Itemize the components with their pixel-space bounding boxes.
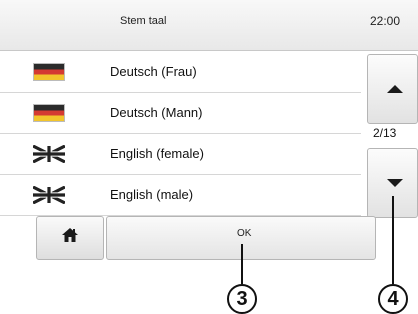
header-bar: Stem taal 22:00	[0, 0, 418, 51]
ok-label: OK	[237, 228, 252, 239]
home-icon	[62, 228, 78, 242]
german-flag-icon	[33, 63, 65, 81]
list-item[interactable]: Deutsch (Mann)	[0, 93, 361, 134]
uk-flag-icon	[33, 145, 65, 163]
callout-line-scroll	[392, 196, 394, 284]
callout-scroll: 4	[378, 284, 408, 314]
page-indicator: 2/13	[373, 126, 397, 140]
scroll-up-button[interactable]	[367, 54, 418, 124]
callout-line-ok	[241, 244, 243, 284]
voice-label: English (female)	[110, 146, 204, 161]
navigation-screen: Stem taal 22:00 Deutsch (Frau) Deutsch (…	[0, 0, 418, 262]
list-item[interactable]: English (male)	[0, 175, 361, 216]
list-item[interactable]: Deutsch (Frau)	[0, 52, 361, 93]
arrow-down-icon	[387, 179, 403, 187]
voice-label: Deutsch (Frau)	[110, 64, 197, 79]
callout-ok: 3	[227, 284, 257, 314]
arrow-up-icon	[387, 85, 403, 93]
voice-label: English (male)	[110, 187, 194, 202]
german-flag-icon	[33, 104, 65, 122]
voice-label: Deutsch (Mann)	[110, 105, 203, 120]
uk-flag-icon	[33, 186, 65, 204]
home-button[interactable]	[36, 216, 104, 260]
screen-title: Stem taal	[120, 15, 167, 27]
clock: 22:00	[370, 14, 401, 28]
bottom-bar: OK	[0, 214, 418, 262]
list-item[interactable]: English (female)	[0, 134, 361, 175]
